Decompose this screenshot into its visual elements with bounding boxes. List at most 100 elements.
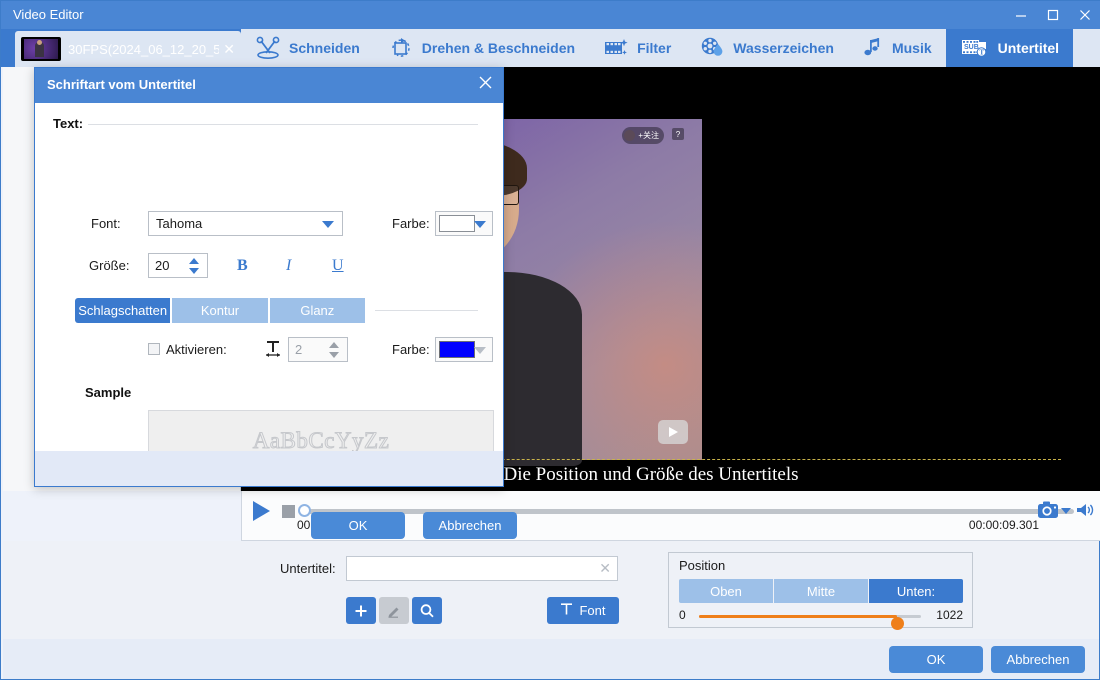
maximize-icon[interactable]: [1037, 1, 1069, 29]
tool-filter[interactable]: Filter: [589, 29, 685, 67]
play-icon[interactable]: [253, 501, 270, 521]
dialog-ok-button[interactable]: OK: [311, 512, 405, 539]
font-button[interactable]: Font: [547, 597, 619, 624]
window-controls: [1005, 1, 1100, 29]
music-note-icon: [862, 36, 884, 60]
tool-untertitel[interactable]: SUB T Untertitel: [945, 29, 1074, 67]
file-thumbnail: [21, 37, 61, 61]
minimize-icon[interactable]: [1005, 1, 1037, 29]
chevron-down-icon: [474, 220, 486, 228]
tool-label: Filter: [637, 40, 672, 56]
dialog-cancel-button[interactable]: Abbrechen: [423, 512, 517, 539]
speaker-icon[interactable]: [1075, 501, 1095, 524]
position-slider-fill: [699, 615, 897, 618]
underline-button[interactable]: U: [332, 257, 344, 275]
overlay-badge: ?: [672, 128, 684, 140]
tool-musik[interactable]: Musik: [848, 29, 946, 67]
file-tab-close-icon[interactable]: ✕: [223, 42, 235, 56]
filmstrip-sparkle-icon: [603, 36, 629, 60]
stepper-arrows[interactable]: [189, 258, 200, 274]
font-family-value: Tahoma: [156, 216, 203, 231]
tool-label: Drehen & Beschneiden: [421, 40, 576, 56]
position-slider-max: 1022: [936, 608, 963, 622]
font-size-value: 20: [155, 258, 170, 273]
app-title: Video Editor: [13, 7, 84, 22]
svg-text:SUB: SUB: [964, 44, 979, 51]
position-option-unten[interactable]: Unten:: [869, 579, 963, 603]
tab-schlagschatten[interactable]: Schlagschatten: [75, 298, 173, 323]
subtitle-field-label: Untertitel:: [280, 561, 336, 576]
font-field-label: Font:: [91, 216, 121, 231]
font-family-select[interactable]: Tahoma: [148, 211, 343, 236]
effect-color-picker[interactable]: [435, 337, 493, 362]
tab-kontur[interactable]: Kontur: [172, 298, 270, 323]
seek-slider[interactable]: [304, 509, 1074, 514]
svg-text:T: T: [979, 49, 984, 57]
tool-wasserzeichen[interactable]: Wasserzeichen: [685, 29, 848, 67]
text-group-legend: Text:: [53, 116, 89, 131]
time-total: 00:00:09.301: [968, 518, 1039, 532]
main-ok-button[interactable]: OK: [889, 646, 983, 673]
position-slider-row: 0 1022: [679, 608, 963, 630]
subtitle-input-wrapper[interactable]: ✕: [346, 556, 618, 581]
position-slider[interactable]: [699, 615, 921, 630]
font-dialog-header: Schriftart vom Untertitel: [35, 68, 503, 103]
effect-width-stepper[interactable]: 2: [288, 337, 348, 362]
font-dialog: Schriftart vom Untertitel Text: Font: Ta…: [34, 67, 517, 539]
position-option-mitte[interactable]: Mitte: [774, 579, 869, 603]
video-watermark-icon: [658, 420, 688, 444]
edit-subtitle-button[interactable]: [379, 597, 409, 624]
camera-icon[interactable]: [1037, 500, 1061, 525]
tool-label: Untertitel: [997, 40, 1060, 56]
text-color-swatch: [439, 215, 475, 232]
clear-icon[interactable]: ✕: [599, 561, 611, 575]
tool-label: Musik: [891, 40, 932, 56]
tab-glanz[interactable]: Glanz: [269, 298, 365, 323]
effect-tabs-rule: [375, 310, 478, 311]
file-tab[interactable]: 30FPS(2024_06_12_20_5... ✕: [15, 31, 241, 67]
text-color-picker[interactable]: [435, 211, 493, 236]
stop-icon[interactable]: [282, 505, 295, 518]
effect-color-swatch: [439, 341, 475, 358]
tool-label: Schneiden: [289, 40, 360, 56]
search-subtitle-button[interactable]: [412, 597, 442, 624]
font-dialog-footer: [35, 451, 503, 486]
font-size-label: Größe:: [89, 258, 130, 273]
italic-button[interactable]: I: [286, 257, 291, 275]
tool-schneiden[interactable]: Schneiden: [241, 29, 374, 67]
position-option-oben[interactable]: Oben: [679, 579, 774, 603]
bold-button[interactable]: B: [237, 257, 248, 275]
volume-dropdown-icon[interactable]: [1061, 508, 1071, 514]
pencil-icon: [388, 607, 399, 618]
sample-text: AaBbCcYyZz: [252, 427, 390, 453]
position-panel-title: Position: [679, 558, 726, 573]
search-icon: [420, 603, 434, 617]
tool-label: Wasserzeichen: [733, 40, 834, 56]
rotate-crop-icon: [388, 36, 414, 60]
effect-enable-label: Aktivieren:: [166, 342, 227, 357]
main-cancel-button[interactable]: Abbrechen: [991, 646, 1085, 673]
chevron-down-icon: [322, 220, 334, 228]
main-toolbar: Schneiden Drehen & Beschneiden Filter Wa…: [241, 29, 1100, 67]
effect-enable-checkbox[interactable]: [148, 343, 160, 355]
font-size-stepper[interactable]: 20: [148, 253, 208, 278]
font-dialog-title: Schriftart vom Untertitel: [47, 77, 196, 92]
subtitle-input[interactable]: [347, 557, 591, 580]
position-panel: Position Oben Mitte Unten: 0 1022: [668, 552, 973, 630]
add-subtitle-button[interactable]: [346, 597, 376, 624]
font-button-label: Font: [579, 603, 606, 618]
close-icon[interactable]: [1069, 1, 1100, 29]
seek-slider-handle[interactable]: [298, 504, 311, 517]
sample-label: Sample: [85, 385, 132, 400]
tool-drehen-beschneiden[interactable]: Drehen & Beschneiden: [374, 29, 589, 67]
stepper-arrows[interactable]: [329, 342, 340, 358]
font-dialog-close-icon[interactable]: [478, 75, 493, 95]
effect-color-label: Farbe:: [392, 342, 430, 357]
chevron-down-icon: [474, 346, 486, 354]
subtitle-icon: SUB T: [960, 36, 990, 60]
position-slider-handle[interactable]: [891, 617, 904, 630]
text-color-label: Farbe:: [392, 216, 430, 231]
watermark-droplet-icon: [699, 36, 725, 60]
follow-badge-label: +关注: [638, 131, 659, 140]
text-group-rule: [53, 124, 478, 125]
